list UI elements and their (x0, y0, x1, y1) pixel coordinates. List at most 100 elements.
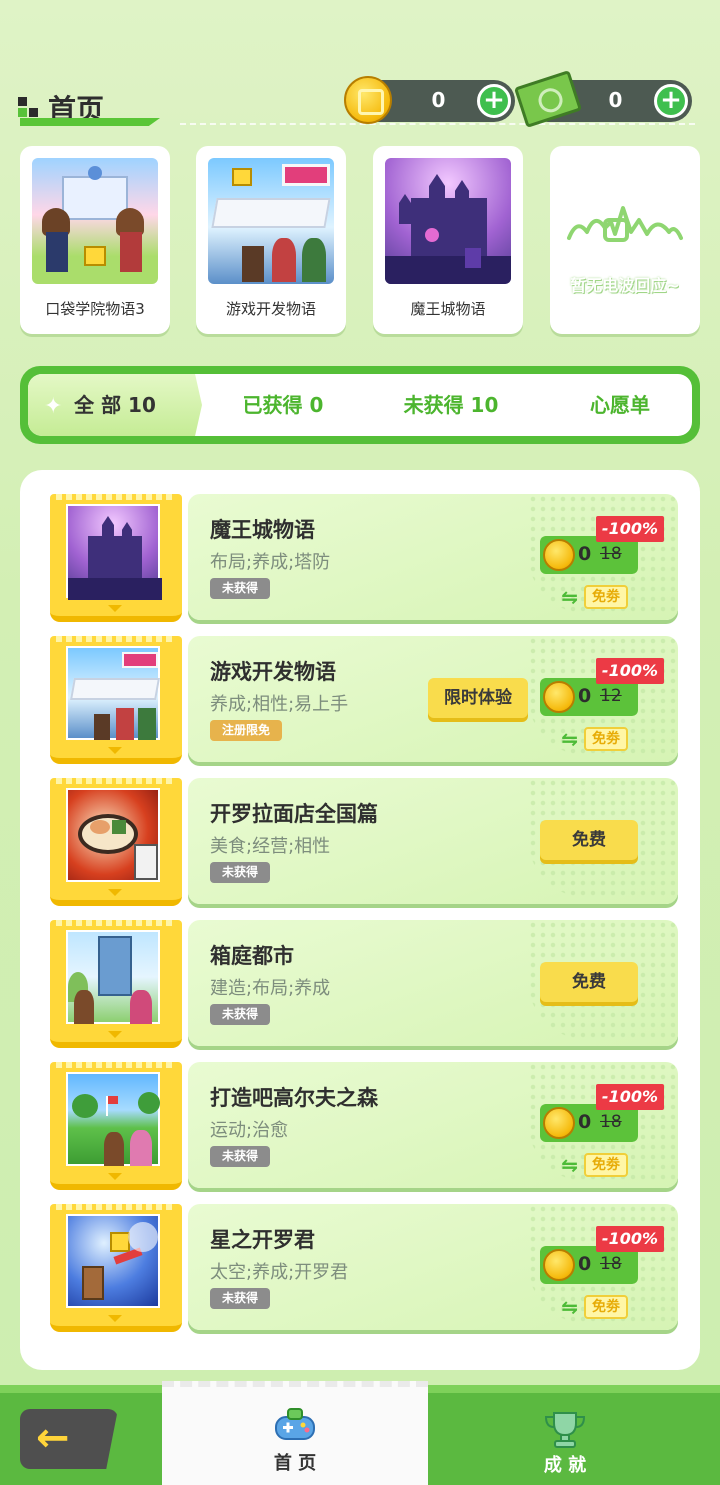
get-free-button[interactable]: 免费 (540, 820, 638, 860)
limited-trial-button[interactable]: 限时体验 (428, 678, 528, 718)
cartridge-arrow (108, 747, 122, 754)
nav-achievements-label: 成 就 (543, 1455, 587, 1476)
recent-game-card[interactable]: 魔王城物语 (373, 146, 523, 334)
game-list-panel: 魔王城物语 布局;养成;塔防 未获得 -100% 0 18 ⇋ 免劵 游戏开发物… (20, 470, 700, 1370)
title-underline (20, 118, 160, 126)
castle-cover-icon (385, 158, 511, 284)
recent-game-name: 口袋学院物语3 (45, 300, 145, 318)
game-card: 开罗拉面店全国篇 美食;经营;相性 未获得 免费 (188, 778, 678, 904)
game-name: 打造吧高尔夫之森 (210, 1086, 378, 1110)
game-name: 星之开罗君 (210, 1228, 315, 1252)
redeem-ticket-button[interactable]: ⇋ 免劵 (561, 1294, 628, 1320)
game-list-item[interactable]: 箱庭都市 建造;布局;养成 未获得 免费 (50, 920, 680, 1050)
game-name: 游戏开发物语 (210, 660, 336, 684)
swap-icon: ⇋ (561, 727, 578, 751)
recent-game-card[interactable]: 口袋学院物语3 (20, 146, 170, 334)
game-name: 箱庭都市 (210, 944, 294, 968)
city-cover-icon (66, 930, 160, 1024)
cash-icon (513, 70, 583, 128)
price-old: 12 (600, 686, 622, 706)
recent-game-name: 魔王城物语 (410, 300, 486, 318)
redeem-ticket-button[interactable]: ⇋ 免劵 (561, 584, 628, 610)
cash-balance: 0 + (513, 70, 692, 128)
redeem-ticket-button[interactable]: ⇋ 免劵 (561, 1152, 628, 1178)
game-card: 星之开罗君 太空;养成;开罗君 未获得 -100% 0 18 ⇋ 免劵 (188, 1204, 678, 1330)
free-ticket-icon: 免劵 (584, 1295, 628, 1319)
sparkle-icon: ✦ (44, 394, 63, 419)
tab-all[interactable]: ✦ 全 部 10 (28, 374, 202, 436)
tab-owned[interactable]: 已获得 0 (208, 374, 358, 436)
game-tags: 养成;相性;易上手 (210, 694, 349, 715)
price-now: 0 (578, 543, 592, 565)
school-cover-icon (32, 158, 158, 284)
price-now: 0 (578, 1253, 592, 1275)
game-list-item[interactable]: 星之开罗君 太空;养成;开罗君 未获得 -100% 0 18 ⇋ 免劵 (50, 1204, 680, 1334)
tab-wishlist[interactable]: 心愿单 (548, 374, 692, 436)
redeem-ticket-button[interactable]: ⇋ 免劵 (561, 726, 628, 752)
bottom-nav: ← 首 页 成 就 (0, 1381, 720, 1485)
cartridge-arrow (108, 889, 122, 896)
status-badge: 未获得 (210, 862, 271, 883)
filter-tabs: ✦ 全 部 10 已获得 0 未获得 10 心愿单 (20, 366, 700, 444)
header: 首页 0 + 0 + (0, 0, 720, 140)
status-badge: 未获得 (210, 1004, 271, 1025)
game-cartridge (50, 778, 182, 906)
add-coins-button[interactable]: + (477, 84, 511, 118)
game-cartridge (50, 920, 182, 1048)
tab-all-label: 全 部 10 (74, 393, 156, 417)
game-card: 游戏开发物语 养成;相性;易上手 注册限免 限时体验 -100% 0 12 ⇋ … (188, 636, 678, 762)
swap-icon: ⇋ (561, 1295, 578, 1319)
add-cash-button[interactable]: + (654, 84, 688, 118)
swap-icon: ⇋ (561, 585, 578, 609)
cartridge-arrow (108, 1315, 122, 1322)
game-list-item[interactable]: 开罗拉面店全国篇 美食;经营;相性 未获得 免费 (50, 778, 680, 908)
coin-icon (543, 1107, 575, 1139)
nav-achievements-tab[interactable]: 成 就 (470, 1399, 660, 1479)
game-name: 魔王城物语 (210, 518, 315, 542)
recent-game-name: 游戏开发物语 (225, 300, 316, 318)
price-old: 18 (600, 1254, 622, 1274)
game-list-item[interactable]: 打造吧高尔夫之森 运动;治愈 未获得 -100% 0 18 ⇋ 免劵 (50, 1062, 680, 1192)
status-badge: 注册限免 (210, 720, 283, 741)
status-badge: 未获得 (210, 1146, 271, 1167)
devstory-cover-icon (208, 158, 334, 284)
game-cartridge (50, 636, 182, 764)
coin-amount: 0 (431, 88, 446, 112)
discount-badge: -100% (595, 1226, 664, 1252)
game-list-item[interactable]: 游戏开发物语 养成;相性;易上手 注册限免 限时体验 -100% 0 12 ⇋ … (50, 636, 680, 766)
game-name: 开罗拉面店全国篇 (210, 802, 378, 826)
free-ticket-icon: 免劵 (584, 727, 628, 751)
nav-home-label: 首 页 (273, 1453, 317, 1474)
tab-not-owned[interactable]: 未获得 10 (368, 374, 534, 436)
game-cartridge (50, 494, 182, 622)
coin-icon (543, 1249, 575, 1281)
free-ticket-icon: 免劵 (584, 1153, 628, 1177)
devstory-cover-icon (66, 646, 160, 740)
game-cartridge (50, 1204, 182, 1332)
game-tags: 布局;养成;塔防 (210, 552, 331, 573)
game-tags: 运动;治愈 (210, 1120, 289, 1141)
discount-badge: -100% (595, 516, 664, 542)
recent-game-card[interactable]: 游戏开发物语 (196, 146, 346, 334)
cartridge-arrow (108, 1031, 122, 1038)
price-now: 0 (578, 685, 592, 707)
status-badge: 未获得 (210, 578, 271, 599)
title-pixel-icon (18, 97, 40, 119)
game-card: 魔王城物语 布局;养成;塔防 未获得 -100% 0 18 ⇋ 免劵 (188, 494, 678, 620)
cash-amount: 0 (608, 88, 623, 112)
tabs-inner: ✦ 全 部 10 已获得 0 未获得 10 心愿单 (28, 374, 692, 436)
game-tags: 美食;经营;相性 (210, 836, 331, 857)
swap-icon: ⇋ (561, 1153, 578, 1177)
divider (180, 123, 695, 125)
coin-balance: 0 + (344, 76, 515, 124)
game-card: 箱庭都市 建造;布局;养成 未获得 免费 (188, 920, 678, 1046)
get-free-button[interactable]: 免费 (540, 962, 638, 1002)
nav-home-tab[interactable]: 首 页 (162, 1381, 428, 1485)
game-list-item[interactable]: 魔王城物语 布局;养成;塔防 未获得 -100% 0 18 ⇋ 免劵 (50, 494, 680, 624)
recent-empty-card: 暂无电波回应~ (550, 146, 700, 334)
back-button[interactable]: ← (20, 1409, 118, 1469)
free-ticket-icon: 免劵 (584, 585, 628, 609)
game-cartridge (50, 1062, 182, 1190)
game-tags: 太空;养成;开罗君 (210, 1262, 349, 1283)
empty-signal-icon (567, 206, 683, 242)
